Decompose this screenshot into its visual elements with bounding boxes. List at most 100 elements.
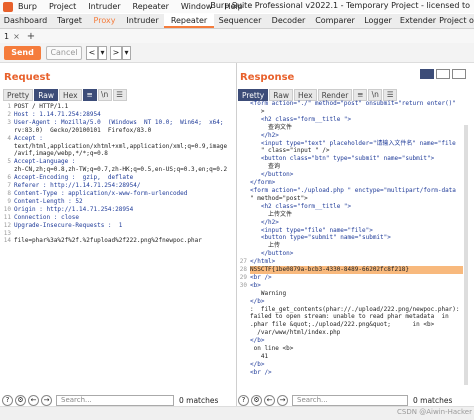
- newline-toggle-icon[interactable]: \n: [97, 88, 112, 101]
- request-line: /avif,image/webp,*/*;q=0.8: [3, 150, 233, 158]
- line-number: 13: [3, 229, 11, 237]
- tab-extender[interactable]: Extender: [397, 14, 439, 28]
- request-line: 10 Origin : http://1.14.71.254:28954: [3, 206, 233, 214]
- line-text: <button class="btn" type="submit" name="…: [250, 155, 435, 163]
- line-text: Connection : close: [14, 213, 80, 221]
- response-search-input[interactable]: Search...: [292, 394, 408, 406]
- response-line: : file_get_contents(phar://./upload/222.…: [239, 306, 463, 314]
- response-line: <form action="./" method="post" onsubmit…: [239, 100, 463, 108]
- line-number: [3, 166, 11, 174]
- line-text: <input type="text" placeholder="请输入文件名" …: [250, 139, 456, 147]
- line-text: <h2 class="form__title ">: [250, 202, 352, 210]
- back-button[interactable]: <: [86, 46, 98, 60]
- tab-comparer[interactable]: Comparer: [311, 14, 359, 28]
- add-tab-icon[interactable]: +: [27, 31, 35, 42]
- response-line: /var/www/html/index.php: [239, 329, 463, 337]
- line-text: /var/www/html/index.php: [250, 329, 341, 337]
- tab-target[interactable]: Target: [51, 14, 88, 28]
- tab-intruder[interactable]: Intruder: [121, 14, 164, 28]
- request-search-input[interactable]: Search...: [56, 394, 174, 406]
- subtab-1[interactable]: 1: [4, 32, 9, 41]
- response-line: </b>: [239, 337, 463, 345]
- send-button[interactable]: Send: [4, 46, 41, 60]
- tab-decoder[interactable]: Decoder: [266, 14, 311, 28]
- line-number: 10: [3, 205, 11, 213]
- forward-menu-button[interactable]: ▾: [122, 46, 131, 60]
- line-number: 6: [7, 174, 11, 182]
- back-menu-button[interactable]: ▾: [98, 46, 107, 60]
- tab-dashboard[interactable]: Dashboard: [0, 14, 51, 28]
- response-matches: 0 matches: [413, 395, 453, 405]
- main-tabs: Dashboard Target Proxy Intruder Repeater…: [0, 14, 474, 29]
- tab-proxy[interactable]: Proxy: [88, 14, 121, 28]
- line-number: [239, 298, 247, 306]
- request-line: 2 Host : 1.14.71.254:28954: [3, 111, 233, 119]
- response-line: 41: [239, 353, 463, 361]
- line-text: Content-Type : application/x-www-form-ur…: [14, 189, 188, 197]
- response-line: " method="post">: [239, 195, 463, 203]
- menu-intruder[interactable]: Intruder: [88, 2, 120, 11]
- burp-logo-icon: [3, 1, 13, 12]
- tabs-layout-icon[interactable]: [452, 69, 466, 79]
- help-icon[interactable]: ?: [238, 394, 249, 406]
- response-title: Response: [240, 72, 295, 83]
- settings-icon[interactable]: ⚙: [15, 394, 26, 406]
- line-number: [239, 124, 247, 132]
- line-number: [239, 290, 247, 298]
- line-number: 3: [7, 118, 11, 126]
- tab-logger[interactable]: Logger: [359, 14, 397, 28]
- response-search-bar: ? ⚙ ← → Search... 0 matches: [238, 393, 452, 407]
- response-line: <input type="file" name="file">: [239, 227, 463, 235]
- wrap-toggle-icon[interactable]: ≡: [82, 88, 97, 101]
- wrap-toggle-icon[interactable]: ≡: [353, 88, 368, 101]
- line-number: [239, 155, 247, 163]
- line-number: [239, 116, 247, 124]
- line-number: [239, 353, 247, 361]
- menu-project[interactable]: Project: [49, 2, 76, 11]
- request-hex-tab[interactable]: Hex: [59, 88, 82, 101]
- request-pretty-tab[interactable]: Pretty: [3, 88, 34, 101]
- line-number: 12: [3, 221, 11, 229]
- menu-burp[interactable]: Burp: [18, 2, 37, 11]
- pane-divider[interactable]: [236, 63, 237, 406]
- line-number: [239, 219, 247, 227]
- menu-icon[interactable]: ☰: [112, 88, 127, 101]
- request-raw-tab[interactable]: Raw: [34, 88, 59, 101]
- response-line: <h2 class="form__title ">: [239, 203, 463, 211]
- settings-icon[interactable]: ⚙: [251, 394, 262, 406]
- line-text: " method="post">: [250, 194, 308, 202]
- response-editor[interactable]: <form action="./" method="post" onsubmit…: [239, 100, 463, 392]
- tab-sequencer[interactable]: Sequencer: [214, 14, 266, 28]
- response-render-tab[interactable]: Render: [317, 88, 353, 101]
- response-scrollbar[interactable]: [464, 125, 468, 385]
- line-number: 4: [7, 134, 11, 142]
- prev-match-icon[interactable]: ←: [264, 394, 275, 406]
- line-text: Referer : http://1.14.71.254:28954/: [14, 182, 141, 190]
- menu-window[interactable]: Window: [181, 2, 213, 11]
- next-match-icon[interactable]: →: [41, 394, 52, 406]
- line-number: 30: [239, 281, 247, 289]
- close-icon[interactable]: ×: [13, 32, 20, 41]
- split-horizontal-icon[interactable]: [420, 69, 434, 79]
- line-text: <form action="./upload.php " enctype="mu…: [250, 186, 456, 194]
- response-hex-tab[interactable]: Hex: [294, 88, 317, 101]
- line-text: User-Agent : Mozilla/5.0 (Windows NT 10.…: [14, 118, 224, 126]
- response-raw-tab[interactable]: Raw: [269, 88, 294, 101]
- forward-button[interactable]: >: [110, 46, 122, 60]
- split-vertical-icon[interactable]: [436, 69, 450, 79]
- menu-icon[interactable]: ☰: [383, 88, 398, 101]
- help-icon[interactable]: ?: [2, 394, 13, 406]
- tab-project-options[interactable]: Project o: [439, 14, 474, 28]
- request-line: text/html,application/xhtml+xml,applicat…: [3, 143, 233, 151]
- next-match-icon[interactable]: →: [277, 394, 288, 406]
- menu-repeater[interactable]: Repeater: [133, 2, 169, 11]
- request-editor[interactable]: 1 POST / HTTP/1.1 2 Host : 1.14.71.254:2895…: [3, 103, 233, 393]
- tab-repeater[interactable]: Repeater: [164, 14, 214, 28]
- line-text: 上传: [250, 242, 281, 250]
- newline-toggle-icon[interactable]: \n: [368, 88, 383, 101]
- line-text: <input type="file" name="file">: [250, 226, 373, 234]
- cancel-button[interactable]: Cancel: [46, 46, 82, 60]
- response-pretty-tab[interactable]: Pretty: [238, 88, 269, 101]
- prev-match-icon[interactable]: ←: [28, 394, 39, 406]
- response-line: </h2>: [239, 219, 463, 227]
